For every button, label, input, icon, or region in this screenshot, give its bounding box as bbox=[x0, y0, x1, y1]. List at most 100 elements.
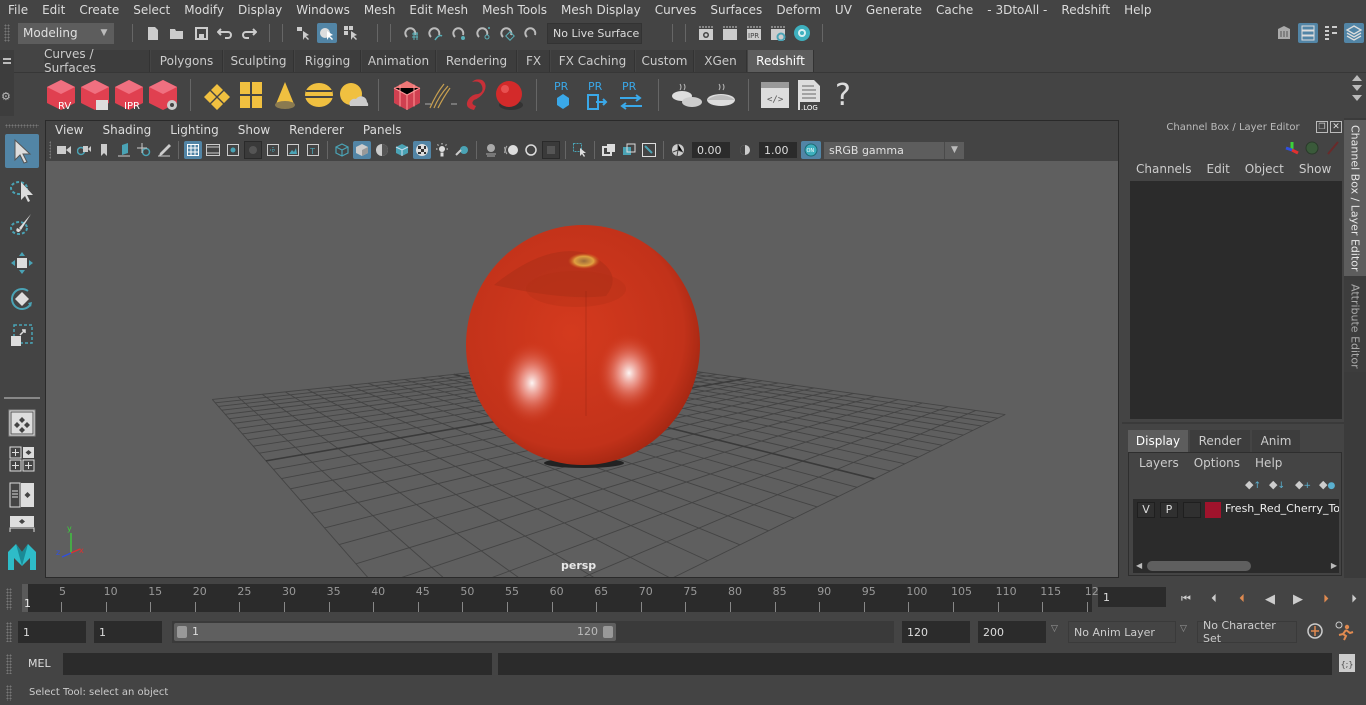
layer-display-type-toggle[interactable] bbox=[1183, 502, 1201, 518]
tomato-mesh[interactable] bbox=[466, 225, 700, 465]
layer-visibility-toggle[interactable]: V bbox=[1137, 502, 1155, 518]
redshift-bake-multi-icon[interactable] bbox=[670, 77, 704, 113]
menu-mesh-tools[interactable]: Mesh Tools bbox=[475, 3, 554, 17]
layer-menu-layers[interactable]: Layers bbox=[1139, 456, 1179, 470]
gate-mask-icon[interactable] bbox=[244, 141, 262, 159]
snap-view-plane-icon[interactable] bbox=[473, 23, 493, 43]
redshift-ipr-icon[interactable]: IPR bbox=[112, 77, 146, 113]
redshift-help-icon[interactable]: ? bbox=[826, 77, 860, 113]
redshift-dome-light-icon[interactable] bbox=[302, 77, 336, 113]
menu-curves[interactable]: Curves bbox=[648, 3, 704, 17]
menu-3dtoall[interactable]: - 3DtoAll - bbox=[980, 3, 1054, 17]
motion-blur-icon[interactable] bbox=[502, 141, 520, 159]
default-material-icon[interactable] bbox=[373, 141, 391, 159]
ipr-render-icon[interactable]: IPR bbox=[744, 23, 764, 43]
color-management-toggle[interactable]: ON bbox=[801, 141, 821, 159]
snap-live-icon[interactable] bbox=[497, 23, 517, 43]
layer-color-swatch[interactable] bbox=[1205, 502, 1221, 518]
camera-attributes-icon[interactable] bbox=[75, 141, 93, 159]
select-tool-icon[interactable] bbox=[5, 134, 39, 168]
status-line-grip[interactable] bbox=[4, 24, 10, 42]
select-camera-icon[interactable] bbox=[55, 141, 73, 159]
menu-create[interactable]: Create bbox=[72, 3, 126, 17]
grid-toggle-icon[interactable] bbox=[184, 141, 202, 159]
play-forwards-icon[interactable]: ▶ bbox=[1288, 589, 1308, 609]
viewport-menu-panels[interactable]: Panels bbox=[354, 123, 412, 137]
attribute-editor-toggle-icon[interactable] bbox=[1298, 23, 1318, 43]
step-forward-frame-icon[interactable]: ⏵ bbox=[1344, 589, 1364, 609]
range-end-handle[interactable] bbox=[603, 626, 613, 638]
hypershade-icon[interactable] bbox=[792, 23, 812, 43]
gamma-icon[interactable] bbox=[736, 141, 754, 159]
save-scene-icon[interactable] bbox=[191, 23, 211, 43]
channel-box-toggle-icon[interactable] bbox=[1344, 23, 1364, 43]
scale-tool-icon[interactable] bbox=[5, 318, 39, 352]
script-editor-icon[interactable]: {;} bbox=[1339, 654, 1355, 672]
redshift-pr-convert-icon[interactable]: PR bbox=[614, 77, 648, 113]
snap-magnet-icon[interactable] bbox=[521, 23, 541, 43]
side-tab-channel-box[interactable]: Channel Box / Layer Editor bbox=[1344, 120, 1366, 276]
shelf-tab-xgen[interactable]: XGen bbox=[695, 50, 747, 72]
shelf-tab-animation[interactable]: Animation bbox=[362, 50, 436, 72]
layer-name[interactable]: Fresh_Red_Cherry_Tom bbox=[1225, 502, 1339, 515]
menu-surfaces[interactable]: Surfaces bbox=[703, 3, 769, 17]
move-tool-icon[interactable] bbox=[5, 246, 39, 280]
xray-joints-icon[interactable] bbox=[640, 141, 658, 159]
layer-menu-options[interactable]: Options bbox=[1194, 456, 1240, 470]
channel-box-menu-channels[interactable]: Channels bbox=[1136, 162, 1192, 176]
channel-box-menu-edit[interactable]: Edit bbox=[1207, 162, 1230, 176]
four-view-layout-icon[interactable] bbox=[5, 442, 39, 476]
wireframe-icon[interactable] bbox=[333, 141, 351, 159]
shelf-tab-fx[interactable]: FX bbox=[518, 50, 550, 72]
undo-icon[interactable] bbox=[215, 23, 235, 43]
viewport-menu-view[interactable]: View bbox=[46, 123, 93, 137]
shelf-tab-custom[interactable]: Custom bbox=[636, 50, 694, 72]
redshift-pr-import-icon[interactable]: PR bbox=[546, 77, 580, 113]
safe-action-icon[interactable] bbox=[284, 141, 302, 159]
viewport-menu-lighting[interactable]: Lighting bbox=[161, 123, 229, 137]
field-chart-icon[interactable] bbox=[264, 141, 282, 159]
viewport-3d-scene[interactable]: y x z persp bbox=[46, 161, 1118, 577]
time-ruler[interactable]: 1 5 10 15 20 25 30 35 40 45 50 55 60 65 70 75 80 85 90 95 1… bbox=[22, 584, 1099, 612]
channel-list[interactable] bbox=[1130, 181, 1342, 419]
isolate-select-icon[interactable] bbox=[571, 141, 589, 159]
side-tab-attribute-editor[interactable]: Attribute Editor bbox=[1344, 280, 1366, 372]
animation-start-field[interactable]: 1 bbox=[18, 621, 86, 643]
film-gate-icon[interactable] bbox=[204, 141, 222, 159]
screen-space-ao-icon[interactable] bbox=[482, 141, 500, 159]
redshift-bake-icon[interactable] bbox=[704, 77, 738, 113]
menu-deform[interactable]: Deform bbox=[769, 3, 828, 17]
step-forward-key-icon[interactable]: ⏵ bbox=[1316, 589, 1336, 609]
menu-modify[interactable]: Modify bbox=[177, 3, 231, 17]
shelf-tab-curves-surfaces[interactable]: Curves / Surfaces bbox=[44, 47, 150, 75]
2d-pan-zoom-icon[interactable] bbox=[135, 141, 153, 159]
arrow-up-icon[interactable] bbox=[1352, 75, 1362, 81]
shelf-tab-polygons[interactable]: Polygons bbox=[151, 50, 223, 72]
wireframe-on-shaded-icon[interactable] bbox=[393, 141, 411, 159]
persp-graph-layout-icon[interactable] bbox=[5, 514, 39, 532]
resolution-gate-icon[interactable] bbox=[224, 141, 242, 159]
snap-grid-icon[interactable] bbox=[401, 23, 421, 43]
paint-select-tool-icon[interactable] bbox=[5, 208, 39, 242]
redshift-hair-icon[interactable] bbox=[424, 77, 458, 113]
new-scene-icon[interactable] bbox=[143, 23, 163, 43]
move-layer-up-icon[interactable]: ◆↑ bbox=[1245, 478, 1261, 491]
viewport-menu-shading[interactable]: Shading bbox=[93, 123, 161, 137]
menu-cache[interactable]: Cache bbox=[929, 3, 980, 17]
redshift-light-rect-icon[interactable] bbox=[200, 77, 234, 113]
workspace-dropdown[interactable]: Modeling ▼ bbox=[18, 22, 114, 44]
redo-icon[interactable] bbox=[239, 23, 259, 43]
shelf-menu-arrow-icon[interactable] bbox=[1352, 95, 1362, 101]
single-perspective-view-icon[interactable] bbox=[5, 406, 39, 440]
close-panel-icon[interactable]: ✕ bbox=[1330, 121, 1342, 133]
menu-edit-mesh[interactable]: Edit Mesh bbox=[402, 3, 475, 17]
float-panel-icon[interactable]: ❐ bbox=[1316, 121, 1328, 133]
shelf-tab-fx-caching[interactable]: FX Caching bbox=[551, 50, 635, 72]
smooth-shade-icon[interactable] bbox=[353, 141, 371, 159]
scrollbar-thumb[interactable] bbox=[1147, 561, 1251, 571]
depth-of-field-icon[interactable] bbox=[542, 141, 560, 159]
auto-key-icon[interactable] bbox=[1306, 622, 1324, 640]
go-to-start-icon[interactable]: ⏮ bbox=[1176, 589, 1196, 609]
menu-file[interactable]: File bbox=[0, 3, 35, 17]
layer-tab-display[interactable]: Display bbox=[1128, 430, 1188, 452]
